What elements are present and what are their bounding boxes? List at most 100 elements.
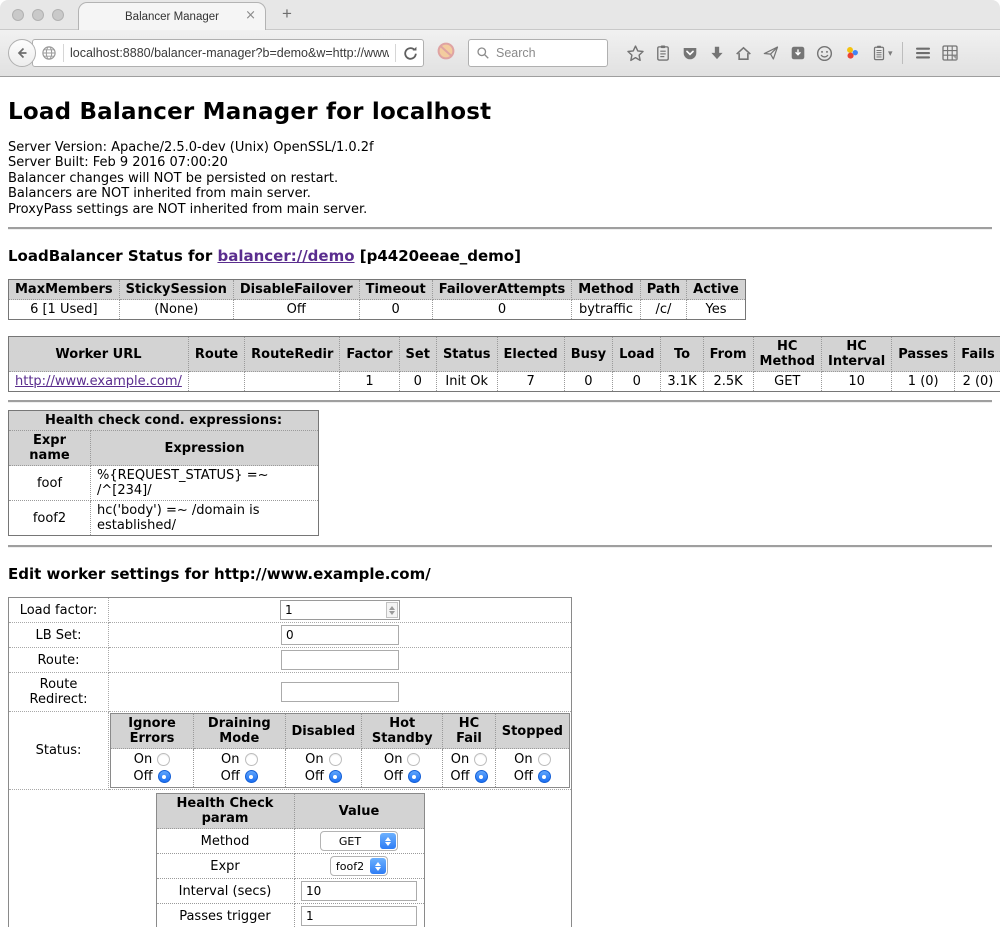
col-expr-name: Expr name [9,431,91,466]
hot-standby-on-radio[interactable] [407,753,420,766]
radio-on-label: On [514,751,532,768]
cell-load: 0 [613,372,661,392]
radio-on-label: On [134,751,152,768]
horizontal-rule [8,400,992,403]
health-check-expressions-table: Health check cond. expressions: Expr nam… [8,410,319,536]
load-factor-input[interactable]: 1 [280,600,400,620]
close-tab-icon[interactable]: × [245,8,256,24]
notice-line: Balancer changes will NOT be persisted o… [8,171,992,186]
radio-off-label: Off [450,768,469,785]
form-row-lb-set: LB Set: [9,623,572,648]
worker-url-link[interactable]: http://www.example.com/ [15,374,182,389]
table-row: Interval (secs) [156,879,424,904]
balancer-demo-link[interactable]: balancer://demo [217,247,354,265]
status-label: Status: [9,712,109,790]
url-input[interactable]: localhost:8880/balancer-manager?b=demo&w… [70,46,389,60]
col-hot-standby: Hot Standby [362,714,443,749]
route-input[interactable] [281,650,399,670]
zoom-window-button[interactable] [52,9,64,21]
radio-off-label: Off [221,768,240,785]
tab-balancer-manager[interactable]: Balancer Manager × [78,2,266,30]
cell-maxmembers: 6 [1 Used] [9,300,120,320]
new-tab-button[interactable]: + [282,4,292,24]
ignore-errors-on-radio[interactable] [157,753,170,766]
route-label: Route: [9,648,109,673]
disabled-on-radio[interactable] [329,753,342,766]
expr-label: Expr [156,854,294,879]
draining-mode-off-radio[interactable] [245,770,258,783]
notice-line: ProxyPass settings are NOT inherited fro… [8,202,992,217]
tiles-grid-icon[interactable] [937,40,964,66]
reading-list-icon[interactable] [649,40,676,66]
col-method: Method [572,280,640,300]
col-to: To [661,337,703,372]
notice-line: Balancers are NOT inherited from main se… [8,186,992,201]
col-hc-interval: HC Interval [821,337,891,372]
worker-table: Worker URL Route RouteRedir Factor Set S… [8,336,1000,392]
col-from: From [703,337,753,372]
heading-text: LoadBalancer Status for [8,247,217,265]
save-page-icon[interactable] [784,40,811,66]
table-row: http://www.example.com/ 1 0 Init Ok 7 0 … [9,372,1000,392]
chevron-down-icon[interactable]: ▾ [888,48,893,59]
pocket-icon[interactable] [676,40,703,66]
back-button[interactable] [8,39,36,67]
tab-bar: Balancer Manager × + [0,0,1000,30]
stopped-off-radio[interactable] [538,770,551,783]
table-row: foof2 hc('body') =~ /domain is establish… [9,501,319,536]
interval-input[interactable] [301,881,417,901]
content-blocker-icon[interactable] [436,41,456,66]
col-stopped: Stopped [495,714,569,749]
search-bar[interactable]: Search [468,39,608,67]
draining-mode-on-radio[interactable] [245,753,258,766]
col-worker-url: Worker URL [9,337,189,372]
load-factor-value: 1 [281,603,386,617]
method-select[interactable]: GET [320,831,398,851]
route-redirect-input[interactable] [281,682,399,702]
search-input[interactable]: Search [496,46,536,60]
menu-hamburger-icon[interactable] [910,40,937,66]
hot-standby-off-radio[interactable] [408,770,421,783]
col-disablefailover: DisableFailover [233,280,359,300]
col-fails: Fails [955,337,1000,372]
ignore-errors-off-radio[interactable] [158,770,171,783]
cell-factor: 1 [340,372,399,392]
cell-elected: 7 [497,372,564,392]
url-bar[interactable]: localhost:8880/balancer-manager?b=demo&w… [32,39,424,67]
col-maxmembers: MaxMembers [9,280,120,300]
downloads-icon[interactable] [703,40,730,66]
number-stepper-icon[interactable] [386,602,398,618]
feedback-smiley-icon[interactable] [811,40,838,66]
expr-select[interactable]: foof2 [330,856,388,876]
toolbar-separator [902,42,903,64]
minimize-window-button[interactable] [32,9,44,21]
reload-icon[interactable] [402,45,419,62]
back-arrow-icon [14,45,30,61]
send-page-icon[interactable] [757,40,784,66]
table-row: Expr foof2 [156,854,424,879]
passes-trigger-input[interactable] [301,906,417,926]
lb-set-input[interactable] [281,625,399,645]
stopped-on-radio[interactable] [538,753,551,766]
extension-dots-icon[interactable] [838,40,865,66]
table-header-row: Health Check param Value [156,794,424,829]
col-failoverattempts: FailoverAttempts [432,280,572,300]
col-health-check-param: Health Check param [156,794,294,829]
table-header-row: MaxMembers StickySession DisableFailover… [9,280,746,300]
cell-from: 2.5K [703,372,753,392]
home-icon[interactable] [730,40,757,66]
hc-fail-on-radio[interactable] [474,753,487,766]
radio-on-label: On [221,751,239,768]
method-label: Method [156,829,294,854]
cell-busy: 0 [564,372,612,392]
select-stepper-icon [370,858,386,874]
col-draining-mode: Draining Mode [194,714,285,749]
expr-table-title: Health check cond. expressions: [9,411,319,431]
hc-fail-off-radio[interactable] [475,770,488,783]
cell-to: 3.1K [661,372,703,392]
bookmark-star-icon[interactable] [622,40,649,66]
col-disabled: Disabled [285,714,362,749]
disabled-off-radio[interactable] [329,770,342,783]
close-window-button[interactable] [12,9,24,21]
cell-active: Yes [687,300,746,320]
